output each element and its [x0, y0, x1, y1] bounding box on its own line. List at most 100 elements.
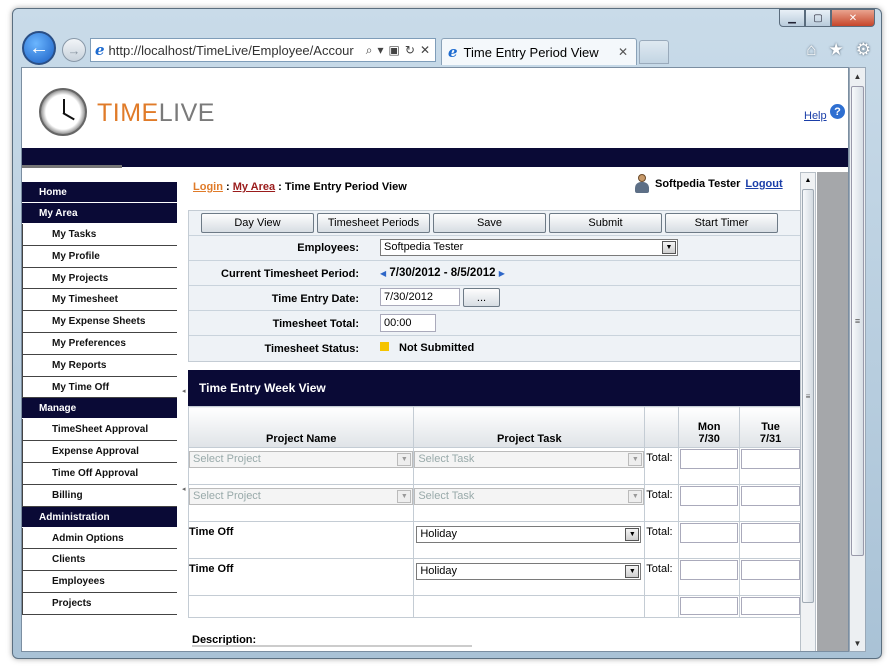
- tue-hours-input[interactable]: [741, 523, 800, 543]
- breadcrumb-sep: :: [275, 181, 285, 193]
- sidebar-item-my-profile[interactable]: My Profile: [22, 245, 177, 268]
- sidebar-item-my-time-off[interactable]: My Time Off: [22, 376, 177, 399]
- total-label: Timesheet Total:: [272, 318, 359, 330]
- window-scroll-thumb[interactable]: ≡: [851, 86, 864, 556]
- window-caption-buttons: ▁ ▢ ✕: [779, 9, 875, 27]
- next-period-icon[interactable]: ▶: [499, 269, 505, 278]
- sidebar-item-employees[interactable]: Employees: [22, 571, 177, 593]
- dropdown-icon[interactable]: ▾: [378, 43, 384, 58]
- project-select[interactable]: Select Project ▼: [189, 488, 414, 505]
- holiday-select[interactable]: Holiday ▼: [416, 526, 642, 543]
- search-icon[interactable]: ⌕: [366, 43, 373, 58]
- sidebar-section-administration[interactable]: Administration: [22, 506, 177, 528]
- sidebar-item-my-expense-sheets[interactable]: My Expense Sheets: [22, 311, 177, 333]
- col-day-mon: Mon 7/30: [678, 406, 741, 448]
- task-select-value: Select Task: [418, 453, 475, 465]
- date-picker-button[interactable]: ...: [463, 288, 500, 307]
- logout-link[interactable]: Logout: [745, 178, 782, 190]
- sidebar-item-expense-approval[interactable]: Expense Approval: [22, 441, 177, 463]
- sidebar-item-my-tasks[interactable]: My Tasks: [22, 224, 177, 246]
- total-label-cell: Total:: [644, 558, 680, 596]
- user-info: Softpedia Tester Logout: [634, 174, 783, 194]
- sidebar-section-my-area[interactable]: My Area: [22, 203, 177, 224]
- home-icon[interactable]: ⌂: [806, 40, 816, 60]
- employees-select[interactable]: Softpedia Tester ▼: [380, 239, 678, 256]
- mon-hours-input[interactable]: [680, 449, 739, 469]
- content-scrollbar[interactable]: ▲ ≡: [800, 172, 816, 651]
- help-icon[interactable]: ?: [830, 104, 845, 119]
- new-tab-button[interactable]: [639, 40, 669, 64]
- window-scrollbar[interactable]: ▲ ≡ ▼: [849, 67, 866, 652]
- scroll-down-icon[interactable]: ▼: [850, 635, 865, 651]
- sidebar-item-my-projects[interactable]: My Projects: [22, 267, 177, 290]
- forward-arrow-icon: →: [67, 42, 81, 58]
- save-button[interactable]: Save: [433, 213, 546, 233]
- site-header: TIMELIVE Help ?: [22, 68, 848, 148]
- favorites-star-icon[interactable]: ★: [829, 40, 844, 60]
- task-select[interactable]: Select Task ▼: [414, 488, 645, 505]
- stop-icon[interactable]: ✕: [420, 43, 430, 58]
- timesheet-periods-button[interactable]: Timesheet Periods: [317, 213, 430, 233]
- holiday-select[interactable]: Holiday ▼: [416, 563, 642, 580]
- sidebar-item-my-preferences[interactable]: My Preferences: [22, 332, 177, 355]
- total-value: 00:00: [380, 314, 436, 332]
- status-label: Timesheet Status:: [264, 343, 359, 355]
- settings-gear-icon[interactable]: ⚙: [856, 40, 871, 60]
- mon-hours-input[interactable]: [680, 560, 739, 580]
- compat-view-icon[interactable]: ▣: [389, 43, 400, 58]
- content-scroll-thumb[interactable]: ≡: [802, 189, 814, 603]
- holiday-value: Holiday: [420, 528, 457, 540]
- tue-hours-input[interactable]: [741, 560, 800, 580]
- help-link[interactable]: Help: [804, 110, 827, 122]
- date-input[interactable]: 7/30/2012: [380, 288, 460, 306]
- close-window-button[interactable]: ✕: [831, 9, 875, 27]
- previous-period-icon[interactable]: ◀: [380, 269, 386, 278]
- sidebar-item-clients[interactable]: Clients: [22, 549, 177, 572]
- mon-hours-input[interactable]: [680, 523, 739, 543]
- submit-button[interactable]: Submit: [549, 213, 662, 233]
- sidebar-item-my-timesheet[interactable]: My Timesheet: [22, 289, 177, 312]
- task-select-value: Select Task: [418, 490, 475, 502]
- tab-time-entry[interactable]: e Time Entry Period View ✕: [441, 38, 637, 65]
- description-field[interactable]: [192, 645, 472, 647]
- tue-hours-input[interactable]: [741, 486, 800, 506]
- day-name: Mon: [697, 421, 721, 433]
- start-timer-button[interactable]: Start Timer: [665, 213, 778, 233]
- breadcrumb-login[interactable]: Login: [193, 181, 223, 193]
- task-select[interactable]: Select Task ▼: [414, 451, 645, 468]
- timesheet-form: Day View Timesheet Periods Save Submit S…: [188, 210, 802, 362]
- maximize-button[interactable]: ▢: [805, 9, 831, 27]
- sidebar-item-billing[interactable]: Billing: [22, 484, 177, 507]
- ie-logo-icon: e: [448, 43, 458, 61]
- table-row: Time Off Holiday ▼ Total:: [187, 521, 802, 559]
- refresh-icon[interactable]: ↻: [405, 43, 415, 58]
- tue-hours-input[interactable]: [741, 449, 800, 469]
- address-bar[interactable]: e http://localhost/TimeLive/Employee/Acc…: [90, 38, 436, 62]
- sidebar-item-admin-options[interactable]: Admin Options: [22, 527, 177, 550]
- scroll-up-icon[interactable]: ▲: [850, 68, 865, 84]
- sidebar-section-home[interactable]: Home: [22, 182, 177, 203]
- breadcrumb-my-area[interactable]: My Area: [233, 181, 275, 193]
- address-url[interactable]: http://localhost/TimeLive/Employee/Accou…: [109, 43, 361, 58]
- sidebar-item-projects[interactable]: Projects: [22, 592, 177, 615]
- sidebar-item-time-off-approval[interactable]: Time Off Approval: [22, 462, 177, 485]
- project-select-value: Select Project: [193, 453, 261, 465]
- sidebar-section-manage[interactable]: Manage: [22, 398, 177, 420]
- tab-close-icon[interactable]: ✕: [618, 45, 628, 59]
- site-logo[interactable]: TIMELIVE: [97, 99, 215, 128]
- holiday-cell: Holiday ▼: [413, 521, 646, 559]
- toolbar: Day View Timesheet Periods Save Submit S…: [189, 211, 801, 235]
- tab-title: Time Entry Period View: [463, 44, 599, 60]
- back-button[interactable]: ←: [22, 31, 56, 65]
- sidebar-item-my-reports[interactable]: My Reports: [22, 354, 177, 377]
- minimize-button[interactable]: ▁: [779, 9, 805, 27]
- sidebar-item-timesheet-approval[interactable]: TimeSheet Approval: [22, 419, 177, 442]
- day-view-button[interactable]: Day View: [201, 213, 314, 233]
- splitter-handle[interactable]: ◂ ◂: [182, 388, 186, 493]
- forward-button[interactable]: →: [62, 38, 86, 62]
- project-select[interactable]: Select Project ▼: [189, 451, 414, 468]
- mon-total-cell: [678, 595, 741, 618]
- mon-hours-input[interactable]: [680, 486, 739, 506]
- period-label: Current Timesheet Period:: [221, 268, 359, 280]
- scroll-up-icon[interactable]: ▲: [801, 173, 815, 187]
